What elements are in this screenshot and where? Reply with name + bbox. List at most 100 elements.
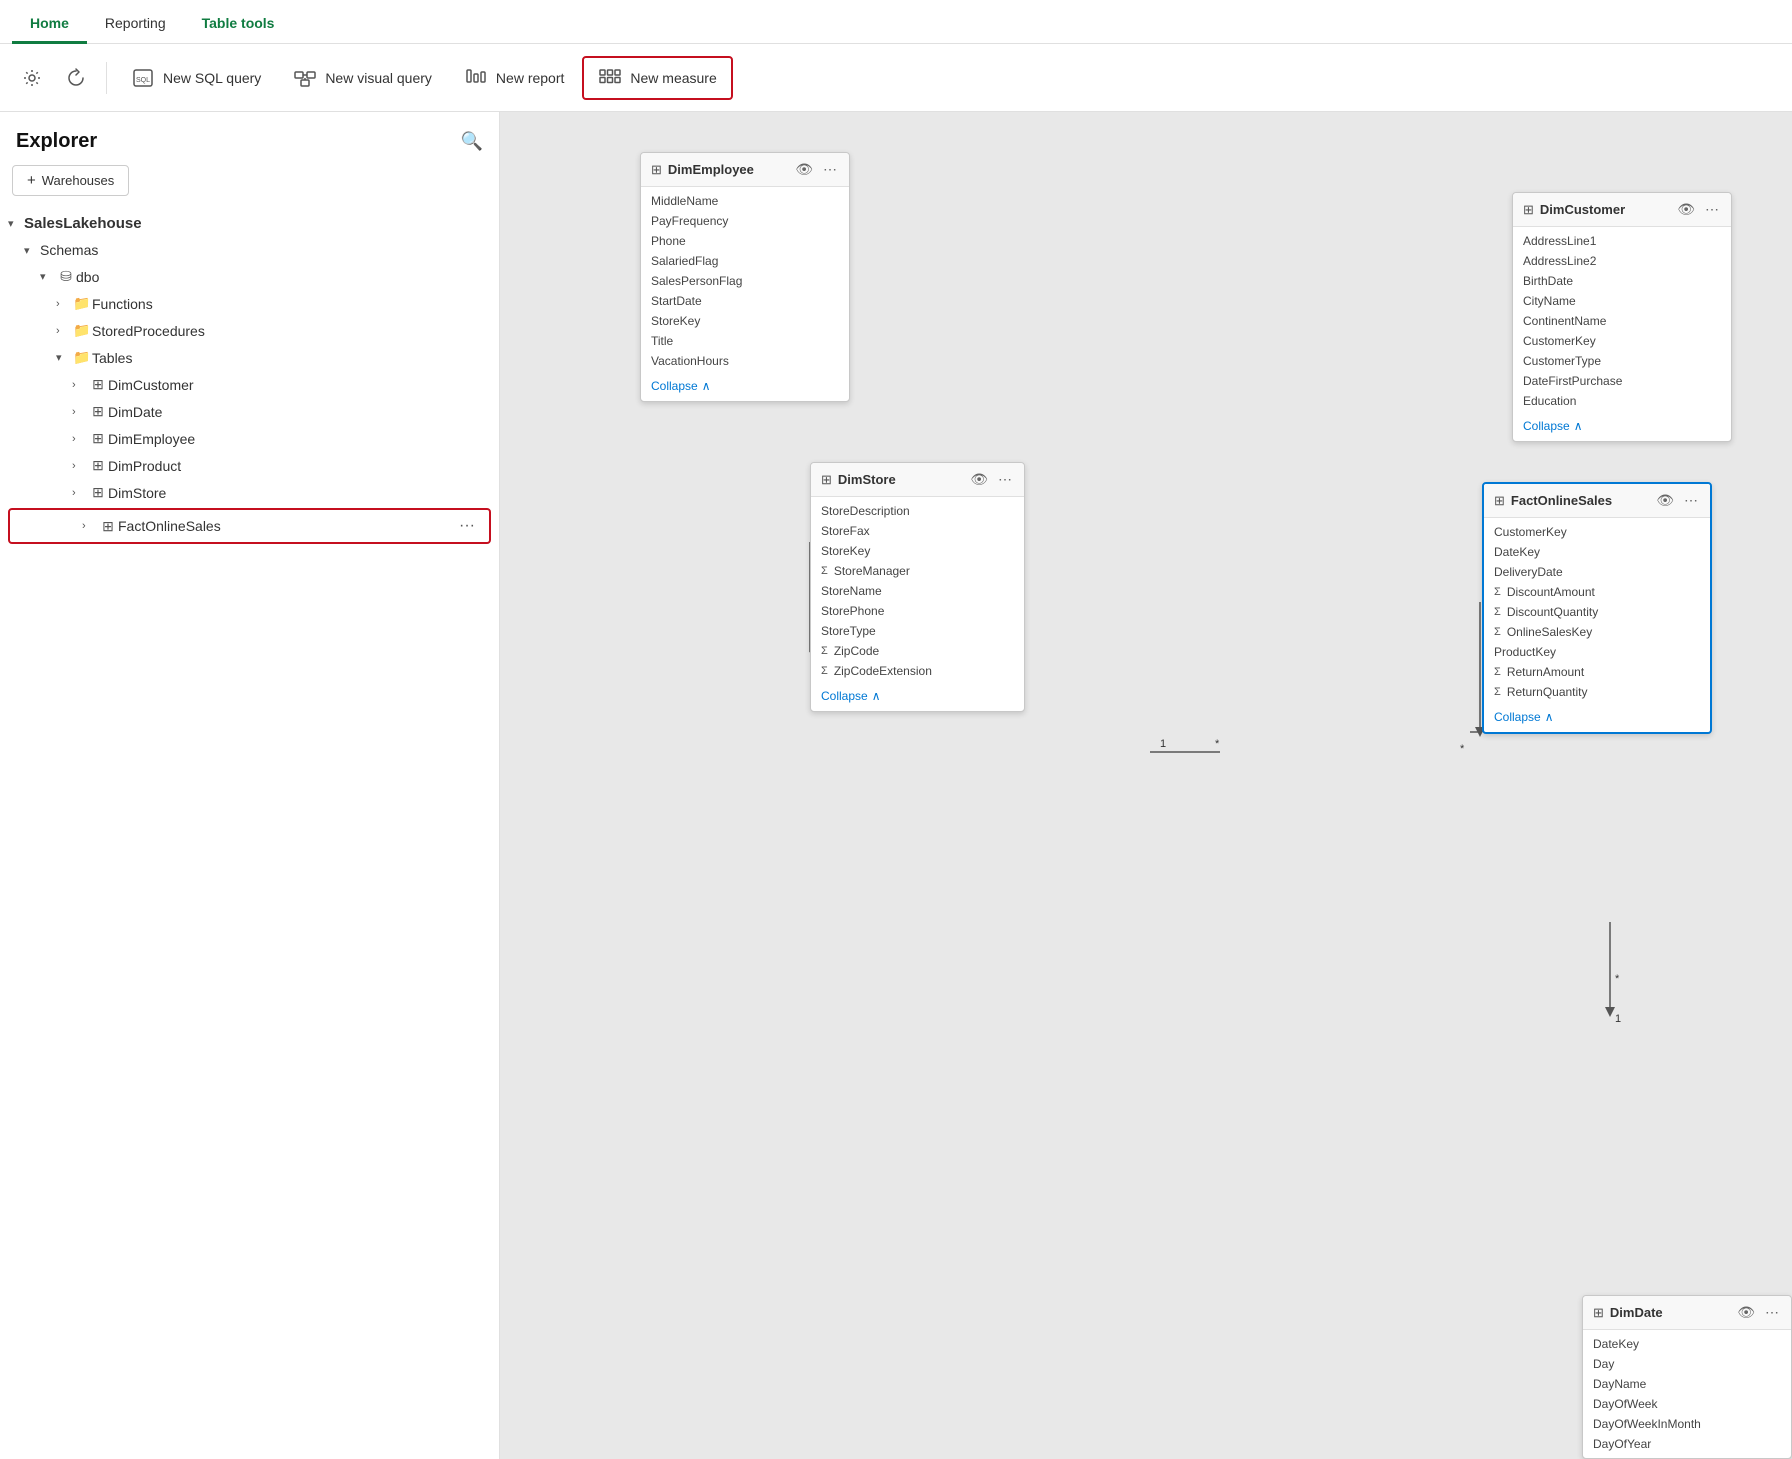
card-eye-button-factonlinesales[interactable]: 👁: [1654, 492, 1676, 509]
card-body-factonlinesales: CustomerKey DateKey DeliveryDate ΣDiscou…: [1484, 518, 1710, 706]
toolbar: SQL New SQL query New visual query New r…: [0, 44, 1792, 112]
card-row[interactable]: ΣZipCode: [811, 641, 1024, 661]
tab-home[interactable]: Home: [12, 5, 87, 44]
card-row[interactable]: ΣReturnQuantity: [1484, 682, 1710, 702]
card-row[interactable]: Title: [641, 331, 849, 351]
card-row[interactable]: MiddleName: [641, 191, 849, 211]
table-icon-dimproduct: ⊞: [88, 457, 108, 474]
card-row[interactable]: StoreKey: [641, 311, 849, 331]
card-row[interactable]: StoreType: [811, 621, 1024, 641]
arrow-dimproduct: ›: [72, 460, 88, 472]
card-row[interactable]: ΣZipCodeExtension: [811, 661, 1024, 681]
card-row[interactable]: DayOfWeekInMonth: [1583, 1414, 1791, 1434]
card-row[interactable]: StorePhone: [811, 601, 1024, 621]
settings-button[interactable]: [12, 58, 52, 98]
card-more-button-dimstore[interactable]: ⋯: [996, 471, 1014, 488]
tree-item-tables[interactable]: ▾ 📁 Tables: [0, 344, 499, 371]
collapse-dimemployee[interactable]: Collapse ∧: [641, 375, 849, 401]
card-row[interactable]: ΣOnlineSalesKey: [1484, 622, 1710, 642]
tab-reporting[interactable]: Reporting: [87, 5, 184, 44]
folder-icon-storedprocs: 📁: [72, 322, 92, 339]
card-more-button-dimcustomer[interactable]: ⋯: [1703, 201, 1721, 218]
svg-text:*: *: [1615, 973, 1620, 985]
tree-item-dimcustomer[interactable]: › ⊞ DimCustomer: [0, 371, 499, 398]
card-row[interactable]: ΣDiscountQuantity: [1484, 602, 1710, 622]
new-report-button[interactable]: New report: [450, 58, 578, 98]
card-eye-button-dimstore[interactable]: 👁: [968, 471, 990, 488]
add-warehouses-button[interactable]: + Warehouses: [12, 165, 129, 196]
card-eye-button-dimdate[interactable]: 👁: [1735, 1304, 1757, 1321]
collapse-dimcustomer[interactable]: Collapse ∧: [1513, 415, 1731, 441]
card-row[interactable]: ΣStoreManager: [811, 561, 1024, 581]
tree-item-storedprocedures[interactable]: › 📁 StoredProcedures: [0, 317, 499, 344]
card-body-dimcustomer: AddressLine1 AddressLine2 BirthDate City…: [1513, 227, 1731, 415]
search-icon[interactable]: 🔍: [461, 131, 483, 152]
card-row[interactable]: SalesPersonFlag: [641, 271, 849, 291]
card-row[interactable]: DayName: [1583, 1374, 1791, 1394]
card-row[interactable]: StoreKey: [811, 541, 1024, 561]
card-more-button-factonlinesales[interactable]: ⋯: [1682, 492, 1700, 509]
tree-item-dimstore[interactable]: › ⊞ DimStore: [0, 479, 499, 506]
card-row[interactable]: DayOfWeek: [1583, 1394, 1791, 1414]
card-row[interactable]: DateFirstPurchase: [1513, 371, 1731, 391]
table-icon-dimdate: ⊞: [88, 403, 108, 420]
refresh-button[interactable]: [56, 58, 96, 98]
card-row[interactable]: BirthDate: [1513, 271, 1731, 291]
card-row[interactable]: CustomerKey: [1513, 331, 1731, 351]
card-eye-button-dimcustomer[interactable]: 👁: [1675, 201, 1697, 218]
card-row[interactable]: PayFrequency: [641, 211, 849, 231]
card-row[interactable]: ProductKey: [1484, 642, 1710, 662]
card-row[interactable]: DateKey: [1484, 542, 1710, 562]
new-sql-button[interactable]: SQL New SQL query: [117, 58, 275, 98]
arrow-functions: ›: [56, 298, 72, 310]
card-row[interactable]: ContinentName: [1513, 311, 1731, 331]
collapse-dimstore[interactable]: Collapse ∧: [811, 685, 1024, 711]
card-title-dimstore: DimStore: [838, 472, 896, 487]
card-icons-dimemployee: 👁 ⋯: [793, 161, 839, 178]
card-row[interactable]: AddressLine1: [1513, 231, 1731, 251]
card-row[interactable]: Day: [1583, 1354, 1791, 1374]
card-row[interactable]: StoreDescription: [811, 501, 1024, 521]
arrow-storedprocedures: ›: [56, 325, 72, 337]
visual-query-icon: [293, 66, 317, 90]
tree-item-dimdate[interactable]: › ⊞ DimDate: [0, 398, 499, 425]
card-row[interactable]: DeliveryDate: [1484, 562, 1710, 582]
card-dimdate: ⊞ DimDate 👁 ⋯ DateKey Day DayName DayOfW…: [1582, 1295, 1792, 1459]
table-icon-factonlinesales: ⊞: [98, 518, 118, 535]
card-row[interactable]: StartDate: [641, 291, 849, 311]
folder-icon-tables: 📁: [72, 349, 92, 366]
tree-item-dbo[interactable]: ▾ ⛁ dbo: [0, 263, 499, 290]
card-row[interactable]: AddressLine2: [1513, 251, 1731, 271]
card-row[interactable]: DayOfYear: [1583, 1434, 1791, 1454]
card-row[interactable]: StoreName: [811, 581, 1024, 601]
tree-item-dimproduct[interactable]: › ⊞ DimProduct: [0, 452, 499, 479]
tree-item-factonlinesales[interactable]: › ⊞ FactOnlineSales ···: [8, 508, 491, 544]
nav-tabs: Home Reporting Table tools: [0, 0, 1792, 44]
card-row[interactable]: CustomerType: [1513, 351, 1731, 371]
card-row[interactable]: VacationHours: [641, 351, 849, 371]
card-more-button-dimemployee[interactable]: ⋯: [821, 161, 839, 178]
card-row[interactable]: StoreFax: [811, 521, 1024, 541]
card-more-button-dimdate[interactable]: ⋯: [1763, 1304, 1781, 1321]
new-measure-button[interactable]: New measure: [582, 56, 732, 100]
collapse-factonlinesales[interactable]: Collapse ∧: [1484, 706, 1710, 732]
sidebar-content: ▾ SalesLakehouse ▾ Schemas ▾ ⛁ dbo › 📁 F…: [0, 206, 499, 1459]
card-row[interactable]: SalariedFlag: [641, 251, 849, 271]
card-row[interactable]: Education: [1513, 391, 1731, 411]
tables-label: Tables: [92, 350, 491, 366]
tab-table-tools[interactable]: Table tools: [184, 5, 293, 44]
card-row[interactable]: CustomerKey: [1484, 522, 1710, 542]
more-options-icon[interactable]: ···: [453, 515, 481, 537]
card-row[interactable]: Phone: [641, 231, 849, 251]
tree-item-dimemployee[interactable]: › ⊞ DimEmployee: [0, 425, 499, 452]
card-row[interactable]: CityName: [1513, 291, 1731, 311]
new-visual-button[interactable]: New visual query: [279, 58, 446, 98]
tree-item-functions[interactable]: › 📁 Functions: [0, 290, 499, 317]
tree-item-schemas[interactable]: ▾ Schemas: [0, 237, 499, 263]
card-row[interactable]: ΣReturnAmount: [1484, 662, 1710, 682]
tree-item-saleslakehouse[interactable]: ▾ SalesLakehouse: [0, 210, 499, 237]
card-eye-button-dimemployee[interactable]: 👁: [793, 161, 815, 178]
card-row[interactable]: DateKey: [1583, 1334, 1791, 1354]
card-icons-dimstore: 👁 ⋯: [968, 471, 1014, 488]
card-row[interactable]: ΣDiscountAmount: [1484, 582, 1710, 602]
